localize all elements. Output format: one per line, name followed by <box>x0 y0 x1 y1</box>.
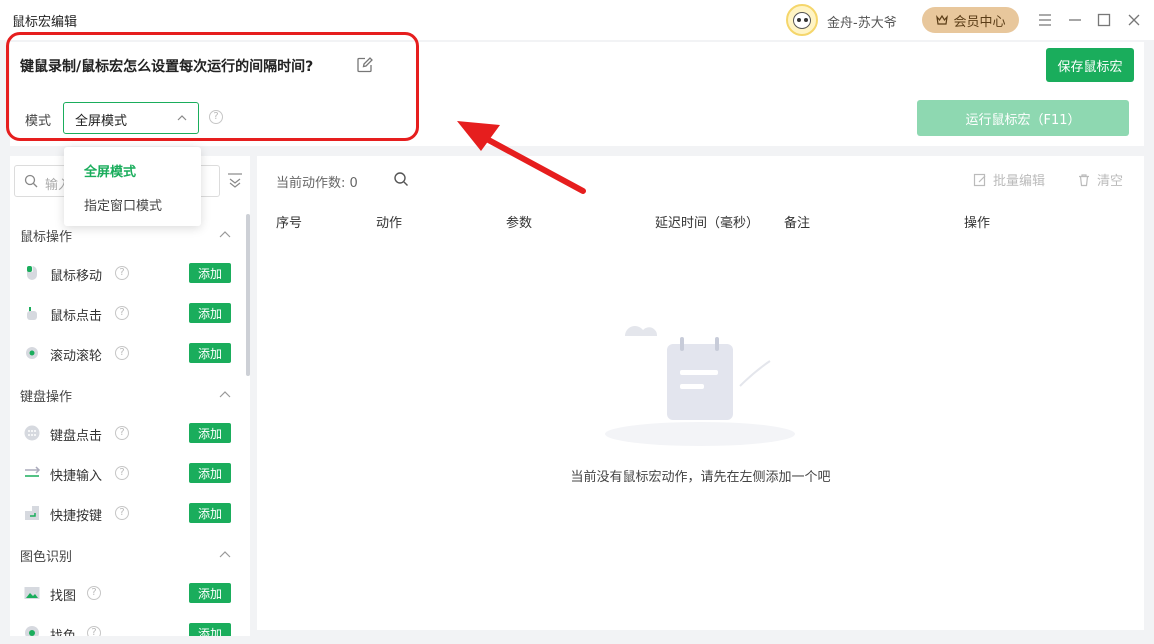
avatar[interactable] <box>786 4 818 36</box>
action-sidebar: 输入 鼠标操作 鼠标移动 ? 添加 鼠标点击 ? 添加 滚动滚轮 ? 添加 键盘… <box>10 156 250 636</box>
maximize-icon[interactable] <box>1094 10 1114 30</box>
col-delay: 延迟时间（毫秒） <box>655 216 760 231</box>
avatar-face-icon <box>793 12 811 29</box>
empty-notebook-illustration <box>605 326 795 446</box>
col-params: 参数 <box>506 216 533 231</box>
add-find-color-button[interactable]: 添加 <box>189 623 231 636</box>
clear-button[interactable]: 清空 <box>1077 170 1123 189</box>
menu-icon[interactable] <box>1035 10 1055 30</box>
add-mouse-move-button[interactable]: 添加 <box>189 263 231 283</box>
add-quick-input-button[interactable]: 添加 <box>189 463 231 483</box>
trash-icon <box>1079 173 1089 186</box>
item-mouse-click: 鼠标点击 <box>50 309 103 324</box>
col-note: 备注 <box>784 216 811 231</box>
col-action: 动作 <box>376 216 403 231</box>
add-scroll-wheel-button[interactable]: 添加 <box>189 343 231 363</box>
scroll-wheel-icon <box>26 347 38 359</box>
help-icon[interactable]: ? <box>115 346 129 360</box>
empty-state-text: 当前没有鼠标宏动作，请先在左侧添加一个吧 <box>570 470 831 485</box>
item-find-image: 找图 <box>50 589 77 604</box>
clear-label: 清空 <box>1097 174 1124 189</box>
help-icon[interactable]: ? <box>87 586 101 600</box>
category-image-color[interactable]: 图色识别 <box>20 546 72 565</box>
user-name[interactable]: 金舟-苏大爷 <box>827 12 897 31</box>
batch-edit-label: 批量编辑 <box>993 174 1046 189</box>
search-icon[interactable] <box>393 171 409 187</box>
find-color-icon <box>25 626 39 636</box>
search-icon <box>24 174 38 188</box>
category-keyboard[interactable]: 键盘操作 <box>20 386 72 405</box>
sidebar-scrollbar[interactable] <box>246 214 250 376</box>
help-icon[interactable]: ? <box>115 426 129 440</box>
col-index: 序号 <box>276 216 303 231</box>
item-keyboard-click: 键盘点击 <box>50 429 103 444</box>
chevron-up-icon[interactable] <box>218 228 232 242</box>
item-quick-input: 快捷输入 <box>50 469 103 484</box>
action-list-panel: 当前动作数: 0 批量编辑 清空 序号 动作 参数 延迟时间（毫秒） 备注 操作… <box>257 156 1144 630</box>
collapse-all-icon[interactable] <box>227 172 243 188</box>
app-title: 鼠标宏编辑 <box>12 15 78 30</box>
save-macro-button[interactable]: 保存鼠标宏 <box>1046 48 1134 82</box>
dropdown-option-window[interactable]: 指定窗口模式 <box>84 195 162 214</box>
item-mouse-move: 鼠标移动 <box>50 269 103 284</box>
keyboard-icon <box>24 425 40 441</box>
crown-icon <box>936 14 949 25</box>
category-mouse[interactable]: 鼠标操作 <box>20 226 72 245</box>
help-icon[interactable]: ? <box>87 626 101 636</box>
run-macro-button[interactable]: 运行鼠标宏（F11） <box>917 100 1129 136</box>
find-image-icon <box>24 587 40 599</box>
quick-input-icon <box>25 466 41 477</box>
vip-label: 会员中心 <box>953 14 1006 30</box>
batch-edit-button[interactable]: 批量编辑 <box>973 170 1045 189</box>
batch-edit-icon <box>973 173 986 186</box>
add-shortcut-key-button[interactable]: 添加 <box>189 503 231 523</box>
item-scroll-wheel: 滚动滚轮 <box>50 349 103 364</box>
item-shortcut-key: 快捷按键 <box>50 509 103 524</box>
shortcut-key-icon <box>25 506 39 520</box>
action-count: 当前动作数: 0 <box>276 176 358 191</box>
add-find-image-button[interactable]: 添加 <box>189 583 231 603</box>
help-icon[interactable]: ? <box>115 306 129 320</box>
highlight-box <box>6 32 419 141</box>
mouse-move-icon <box>27 266 37 280</box>
col-operation: 操作 <box>964 216 991 231</box>
mode-dropdown: 全屏模式 指定窗口模式 <box>64 147 201 226</box>
add-keyboard-click-button[interactable]: 添加 <box>189 423 231 443</box>
help-icon[interactable]: ? <box>115 466 129 480</box>
close-icon[interactable] <box>1124 10 1144 30</box>
help-icon[interactable]: ? <box>115 506 129 520</box>
mouse-click-icon <box>27 307 37 320</box>
item-find-color: 找色 <box>50 625 76 636</box>
vip-center-button[interactable]: 会员中心 <box>922 7 1019 33</box>
minimize-icon[interactable] <box>1065 10 1085 30</box>
add-mouse-click-button[interactable]: 添加 <box>189 303 231 323</box>
annotation-arrow-icon <box>457 121 586 194</box>
chevron-up-icon[interactable] <box>218 388 232 402</box>
dropdown-option-fullscreen[interactable]: 全屏模式 <box>84 161 136 180</box>
help-icon[interactable]: ? <box>115 266 129 280</box>
chevron-up-icon[interactable] <box>218 548 232 562</box>
